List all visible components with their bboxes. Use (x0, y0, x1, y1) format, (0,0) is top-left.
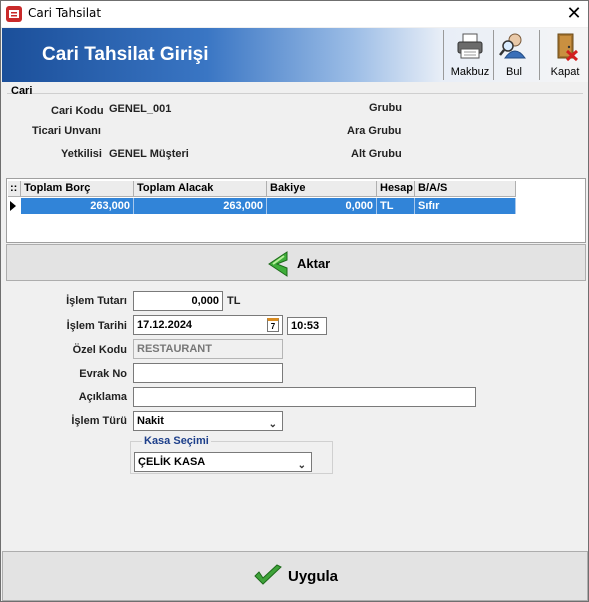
bul-button[interactable]: Bul (497, 28, 531, 82)
header-banner: Cari Tahsilat Girişi Makbuz Bul Kapat (2, 28, 588, 82)
aciklama-input[interactable] (133, 387, 476, 407)
table-cell[interactable]: 0,000 (267, 198, 377, 214)
cari-group-border (7, 93, 583, 94)
toolbar-separator (493, 30, 494, 80)
cari-group-legend: Cari (11, 85, 33, 97)
evrak-no-input[interactable] (133, 363, 283, 383)
aktar-button[interactable]: Aktar (6, 244, 586, 281)
column-header[interactable]: Bakiye (267, 181, 377, 197)
alt-grubu-label: Alt Grubu (351, 148, 402, 160)
window-title: Cari Tahsilat (28, 6, 102, 20)
kapat-label: Kapat (550, 66, 580, 78)
yetkili-value: GENEL Müşteri (109, 148, 189, 160)
aciklama-label: Açıklama (78, 391, 127, 403)
column-header[interactable]: Toplam Borç (21, 181, 134, 197)
ara-grubu-label: Ara Grubu (347, 125, 402, 137)
islem-tarihi-input[interactable]: 17.12.2024 7 (133, 315, 283, 335)
islem-turu-select[interactable]: Nakit ⌄ (133, 411, 283, 431)
balance-grid[interactable]: :: Toplam Borç Toplam Alacak Bakiye Hesa… (6, 178, 586, 243)
arrow-left-icon (268, 251, 288, 277)
makbuz-label: Makbuz (450, 66, 490, 78)
cari-kodu-value: GENEL_001 (109, 103, 172, 115)
makbuz-button[interactable]: Makbuz (449, 28, 491, 82)
column-header[interactable]: Hesap (377, 181, 415, 197)
uygula-button[interactable]: Uygula (2, 551, 588, 601)
tarih-value: 17.12.2024 (137, 319, 193, 331)
window: Cari Tahsilat ✕ Cari Tahsilat Girişi Mak… (0, 0, 589, 602)
cari-kodu-label: Cari Kodu (51, 105, 104, 117)
printer-icon (457, 33, 483, 59)
column-header[interactable]: B/A/S (415, 181, 516, 197)
ticari-unvan-label: Ticari Unvanı (32, 125, 101, 137)
chevron-down-icon: ⌄ (268, 419, 277, 430)
kasa-select[interactable]: ÇELİK KASA ⌄ (134, 452, 312, 472)
islem-turu-value: Nakit (137, 415, 164, 427)
islem-tarihi-label: İşlem Tarihi (66, 320, 127, 332)
row-indicator-icon (10, 201, 16, 211)
grid-corner: :: (8, 181, 21, 197)
table-cell[interactable]: TL (377, 198, 415, 214)
islem-tutari-input[interactable]: 0,000 (133, 291, 223, 311)
uygula-label: Uygula (288, 568, 339, 585)
column-header[interactable]: Toplam Alacak (134, 181, 267, 197)
aktar-label: Aktar (297, 256, 331, 271)
kasa-value: ÇELİK KASA (138, 456, 206, 468)
title-bar: Cari Tahsilat ✕ (1, 1, 588, 27)
app-icon (6, 6, 22, 22)
yetkili-label: Yetkilisi (61, 148, 102, 160)
currency-label: TL (227, 295, 241, 307)
calendar-icon[interactable]: 7 (267, 318, 279, 332)
ozel-kodu-input[interactable]: RESTAURANT (133, 339, 283, 359)
toolbar-separator (539, 30, 540, 80)
close-icon[interactable]: ✕ (561, 2, 587, 26)
bul-label: Bul (506, 66, 522, 78)
page-title: Cari Tahsilat Girişi (42, 44, 209, 65)
toolbar-separator (443, 30, 444, 80)
islem-tutari-label: İşlem Tutarı (66, 295, 127, 307)
checkmark-icon (254, 564, 282, 585)
islem-turu-label: İşlem Türü (71, 415, 127, 427)
table-cell[interactable]: 263,000 (21, 198, 134, 214)
exit-door-icon (557, 33, 579, 62)
chevron-down-icon: ⌄ (297, 460, 306, 471)
table-cell[interactable]: 263,000 (134, 198, 267, 214)
evrak-no-label: Evrak No (79, 368, 127, 380)
grubu-label: Grubu (369, 102, 402, 114)
kapat-button[interactable]: Kapat (545, 28, 585, 82)
ozel-kodu-label: Özel Kodu (72, 344, 127, 356)
table-cell[interactable]: Sıfır (415, 198, 516, 214)
kasa-secimi-legend: Kasa Seçimi (142, 435, 211, 447)
find-user-icon (499, 33, 526, 59)
islem-saati-input[interactable]: 10:53 (287, 317, 327, 335)
